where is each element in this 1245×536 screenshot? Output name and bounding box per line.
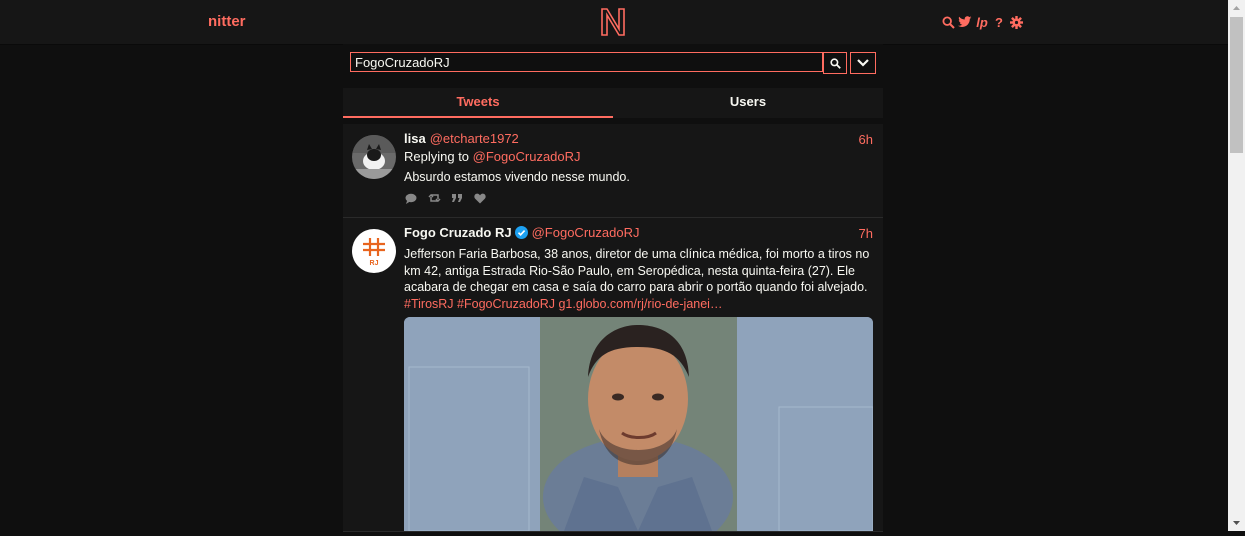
hashtag-link[interactable]: #TirosRJ bbox=[404, 297, 454, 311]
search-icon bbox=[829, 57, 841, 69]
search-options-toggle[interactable] bbox=[850, 52, 876, 74]
settings-icon[interactable] bbox=[1009, 13, 1023, 31]
help-icon[interactable]: ? bbox=[992, 13, 1006, 31]
verified-icon bbox=[514, 226, 528, 239]
quote-icon[interactable] bbox=[450, 192, 464, 204]
tweet-username[interactable]: @etcharte1972 bbox=[430, 131, 519, 146]
tab-users[interactable]: Users bbox=[613, 88, 883, 118]
tweet-date[interactable]: 6h bbox=[859, 132, 873, 147]
avatar-label: RJ bbox=[370, 260, 379, 267]
tweet-item[interactable]: lisa @etcharte1972 6h Replying to @FogoC… bbox=[343, 124, 883, 218]
tweet-username[interactable]: @FogoCruzadoRJ bbox=[532, 225, 640, 240]
tweet-item[interactable]: RJ Fogo Cruzado RJ @FogoCruzadoRJ 7h Jef… bbox=[343, 218, 883, 532]
tweet-fullname[interactable]: lisa bbox=[404, 131, 426, 146]
scroll-up-arrow[interactable] bbox=[1228, 0, 1245, 17]
hashtag-link[interactable]: #FogoCruzadoRJ bbox=[457, 297, 555, 311]
comment-icon[interactable] bbox=[404, 192, 418, 204]
nav-icons: lp ? bbox=[941, 12, 1023, 32]
tweet-header: lisa @etcharte1972 bbox=[404, 131, 519, 146]
search-tabs: Tweets Users bbox=[343, 88, 883, 118]
search-button[interactable] bbox=[823, 52, 847, 74]
tweet-header: Fogo Cruzado RJ @FogoCruzadoRJ bbox=[404, 225, 639, 240]
tweet-stats bbox=[404, 192, 487, 204]
tweet-content: Jefferson Faria Barbosa, 38 anos, direto… bbox=[404, 246, 874, 312]
tweet-content: Absurdo estamos vivendo nesse mundo. bbox=[404, 170, 630, 184]
replying-to-label: Replying to bbox=[404, 149, 470, 164]
site-brand[interactable]: nitter bbox=[208, 13, 246, 30]
twitter-icon[interactable] bbox=[958, 13, 972, 31]
replying-to: Replying to @FogoCruzadoRJ bbox=[404, 149, 581, 164]
chevron-down-icon bbox=[857, 59, 869, 67]
search-input[interactable] bbox=[350, 52, 823, 72]
avatar[interactable] bbox=[352, 135, 396, 179]
retweet-icon[interactable] bbox=[427, 192, 441, 204]
url-link[interactable]: g1.globo.com/rj/rio-de-janei… bbox=[558, 297, 722, 311]
scroll-down-arrow[interactable] bbox=[1228, 514, 1245, 531]
tweet-date[interactable]: 7h bbox=[859, 226, 873, 241]
replying-to-handle[interactable]: @FogoCruzadoRJ bbox=[473, 149, 581, 164]
nitter-logo[interactable] bbox=[599, 7, 627, 37]
tab-tweets[interactable]: Tweets bbox=[343, 88, 613, 118]
heart-icon[interactable] bbox=[473, 192, 487, 204]
search-bar bbox=[350, 52, 877, 74]
avatar[interactable]: RJ bbox=[352, 229, 396, 273]
tweet-media-image[interactable] bbox=[404, 317, 873, 531]
tweet-text: Jefferson Faria Barbosa, 38 anos, direto… bbox=[404, 247, 870, 294]
navbar: nitter lp ? bbox=[0, 0, 1228, 45]
liberapay-icon[interactable]: lp bbox=[975, 13, 989, 31]
tweet-fullname[interactable]: Fogo Cruzado RJ bbox=[404, 225, 512, 240]
scrollbar[interactable] bbox=[1228, 0, 1245, 531]
search-icon[interactable] bbox=[941, 13, 955, 31]
scrollbar-thumb[interactable] bbox=[1230, 17, 1243, 153]
